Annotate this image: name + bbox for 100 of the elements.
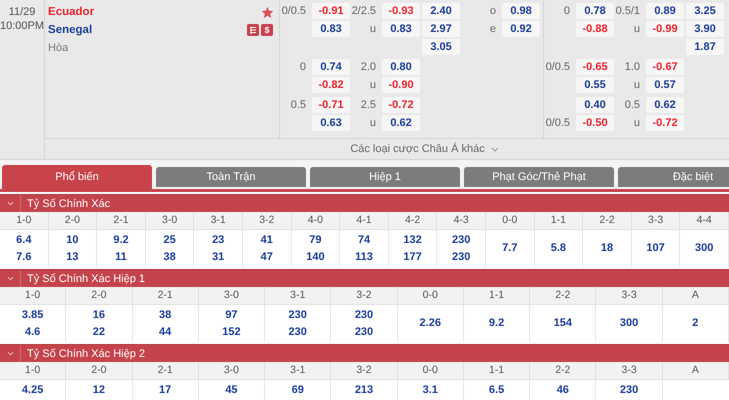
score-odds[interactable]: 177 — [403, 250, 422, 264]
score-odds[interactable]: 38 — [159, 308, 172, 322]
score-odds[interactable]: 97 — [225, 308, 238, 322]
score-odds[interactable]: 6.5 — [488, 384, 504, 396]
score-odds[interactable]: 47 — [260, 250, 273, 264]
odds-value[interactable]: -0.50 — [576, 115, 614, 131]
odds-value[interactable]: -0.88 — [576, 21, 614, 37]
score-odds[interactable]: 107 — [646, 242, 665, 255]
score-odds[interactable]: 230 — [354, 326, 374, 338]
score-odds[interactable]: 140 — [306, 250, 325, 264]
chevron-down-icon[interactable] — [6, 201, 14, 206]
score-odds[interactable]: 45 — [225, 384, 238, 396]
odds-value[interactable]: 0.89 — [646, 3, 684, 19]
score-odds[interactable]: 18 — [600, 242, 614, 255]
score-odds[interactable]: 9.2 — [113, 234, 129, 246]
score-odds[interactable]: 154 — [554, 317, 572, 330]
score-odds[interactable]: 2 — [692, 317, 698, 330]
score-odds[interactable]: 23 — [212, 234, 224, 246]
odds-value[interactable]: -0.72 — [646, 115, 684, 131]
score-odds[interactable]: 16 — [92, 308, 106, 322]
odds-value[interactable]: -0.82 — [312, 77, 350, 93]
score-odds[interactable]: 2.26 — [420, 317, 441, 330]
score-odds[interactable]: 230 — [620, 384, 638, 396]
odds-value[interactable]: 2.97 — [422, 21, 460, 37]
score-odds[interactable]: 113 — [355, 250, 373, 264]
odds-value[interactable]: -0.71 — [312, 97, 350, 113]
score-odds[interactable]: 22 — [92, 326, 106, 338]
score-odds[interactable]: 7.7 — [502, 242, 518, 255]
score-odds[interactable]: 3.1 — [422, 384, 438, 396]
odds-value[interactable]: -0.90 — [382, 77, 420, 93]
odds-value[interactable]: 3.90 — [686, 21, 724, 37]
odds-value[interactable]: 0.80 — [382, 59, 420, 75]
score-odds[interactable]: 230 — [452, 234, 470, 246]
score-odds[interactable]: 69 — [292, 384, 304, 396]
section-header[interactable]: Tỷ Số Chính Xác Hiệp 2 — [0, 344, 729, 362]
score-odds[interactable]: 79 — [309, 234, 322, 246]
odds-value[interactable]: -0.93 — [382, 3, 420, 19]
odds-value[interactable]: 0.62 — [646, 97, 684, 113]
score-odds[interactable]: 12 — [92, 384, 106, 396]
section-header[interactable]: Tỷ Số Chính Xác — [0, 194, 729, 212]
odds-value[interactable]: 0.83 — [312, 21, 350, 37]
score-odds[interactable]: 31 — [212, 250, 224, 264]
score-odds[interactable]: 7.6 — [16, 250, 32, 264]
odds-value[interactable]: 0.83 — [382, 21, 420, 37]
odds-value[interactable]: 3.05 — [422, 39, 460, 55]
score-odds[interactable]: 46 — [556, 384, 569, 396]
score-odds[interactable]: 3.85 — [22, 308, 44, 322]
score-odds[interactable]: 300 — [695, 242, 714, 255]
score-odds[interactable]: 9.2 — [488, 317, 504, 330]
score-odds[interactable]: 11 — [115, 250, 127, 264]
odds-value[interactable]: 0.55 — [576, 77, 614, 93]
score-odds[interactable]: 17 — [159, 384, 172, 396]
score-odds[interactable]: 4.6 — [24, 326, 40, 338]
score-odds[interactable]: 230 — [288, 326, 307, 338]
score-odds[interactable]: 230 — [452, 250, 470, 264]
score-odds[interactable]: 74 — [358, 234, 370, 246]
score-odds[interactable]: 152 — [222, 326, 241, 338]
score-odds[interactable]: 300 — [620, 317, 638, 330]
odds-value[interactable]: 0.92 — [502, 21, 540, 37]
odds-value[interactable]: -0.65 — [576, 59, 614, 75]
tab[interactable]: Phạt Góc/Thẻ Phạt — [464, 167, 614, 187]
score-odds[interactable]: 25 — [163, 234, 176, 246]
odds-value[interactable]: 0.63 — [312, 115, 350, 131]
odds-value[interactable]: 0.74 — [312, 59, 350, 75]
odds-value[interactable]: -0.67 — [646, 59, 684, 75]
score-odds[interactable]: 5.8 — [550, 242, 566, 255]
section-header[interactable]: Tỷ Số Chính Xác Hiệp 1 — [0, 269, 729, 287]
odds-value[interactable]: -0.99 — [646, 21, 684, 37]
tab[interactable]: Phổ biến — [2, 165, 152, 189]
more-markets-link[interactable]: Các loại cược Châu Á khác — [350, 143, 485, 155]
tab[interactable]: Hiệp 1 — [310, 167, 460, 187]
score-odds[interactable]: 44 — [159, 326, 172, 338]
score-odds[interactable]: 13 — [66, 250, 79, 264]
odds-value[interactable]: 0.78 — [576, 3, 614, 19]
list-icon[interactable] — [247, 24, 260, 36]
odds-value[interactable]: 2.40 — [422, 3, 460, 19]
odds-value[interactable]: 0.98 — [502, 3, 540, 19]
score-odds[interactable]: 213 — [354, 384, 374, 396]
score-odds[interactable]: 6.4 — [16, 234, 32, 246]
dollar-badge[interactable]: $ — [261, 24, 274, 36]
odds-value[interactable]: 0.40 — [576, 97, 614, 113]
odds-value[interactable]: 0.62 — [382, 115, 420, 131]
chevron-down-icon[interactable] — [6, 351, 14, 356]
odds-value[interactable]: -0.72 — [382, 97, 420, 113]
star-icon[interactable] — [262, 6, 274, 18]
tab[interactable]: Toàn Trận — [156, 167, 306, 187]
score-odds[interactable]: 132 — [403, 234, 422, 246]
score-odds[interactable]: 4.25 — [22, 384, 44, 396]
odds-value[interactable]: 3.25 — [686, 3, 724, 19]
score-odds[interactable]: 10 — [66, 234, 79, 246]
score-odds[interactable]: 38 — [163, 250, 176, 264]
chevron-down-icon[interactable] — [490, 146, 499, 152]
tab[interactable]: Đặc biệt — [618, 167, 729, 187]
odds-value[interactable]: 1.87 — [686, 39, 724, 55]
score-odds[interactable]: 230 — [288, 308, 307, 322]
score-odds[interactable]: 41 — [260, 234, 273, 246]
odds-value[interactable]: 0.57 — [646, 77, 684, 93]
score-odds[interactable]: 230 — [354, 308, 374, 322]
odds-value[interactable]: -0.91 — [312, 3, 350, 19]
chevron-down-icon[interactable] — [6, 276, 14, 281]
